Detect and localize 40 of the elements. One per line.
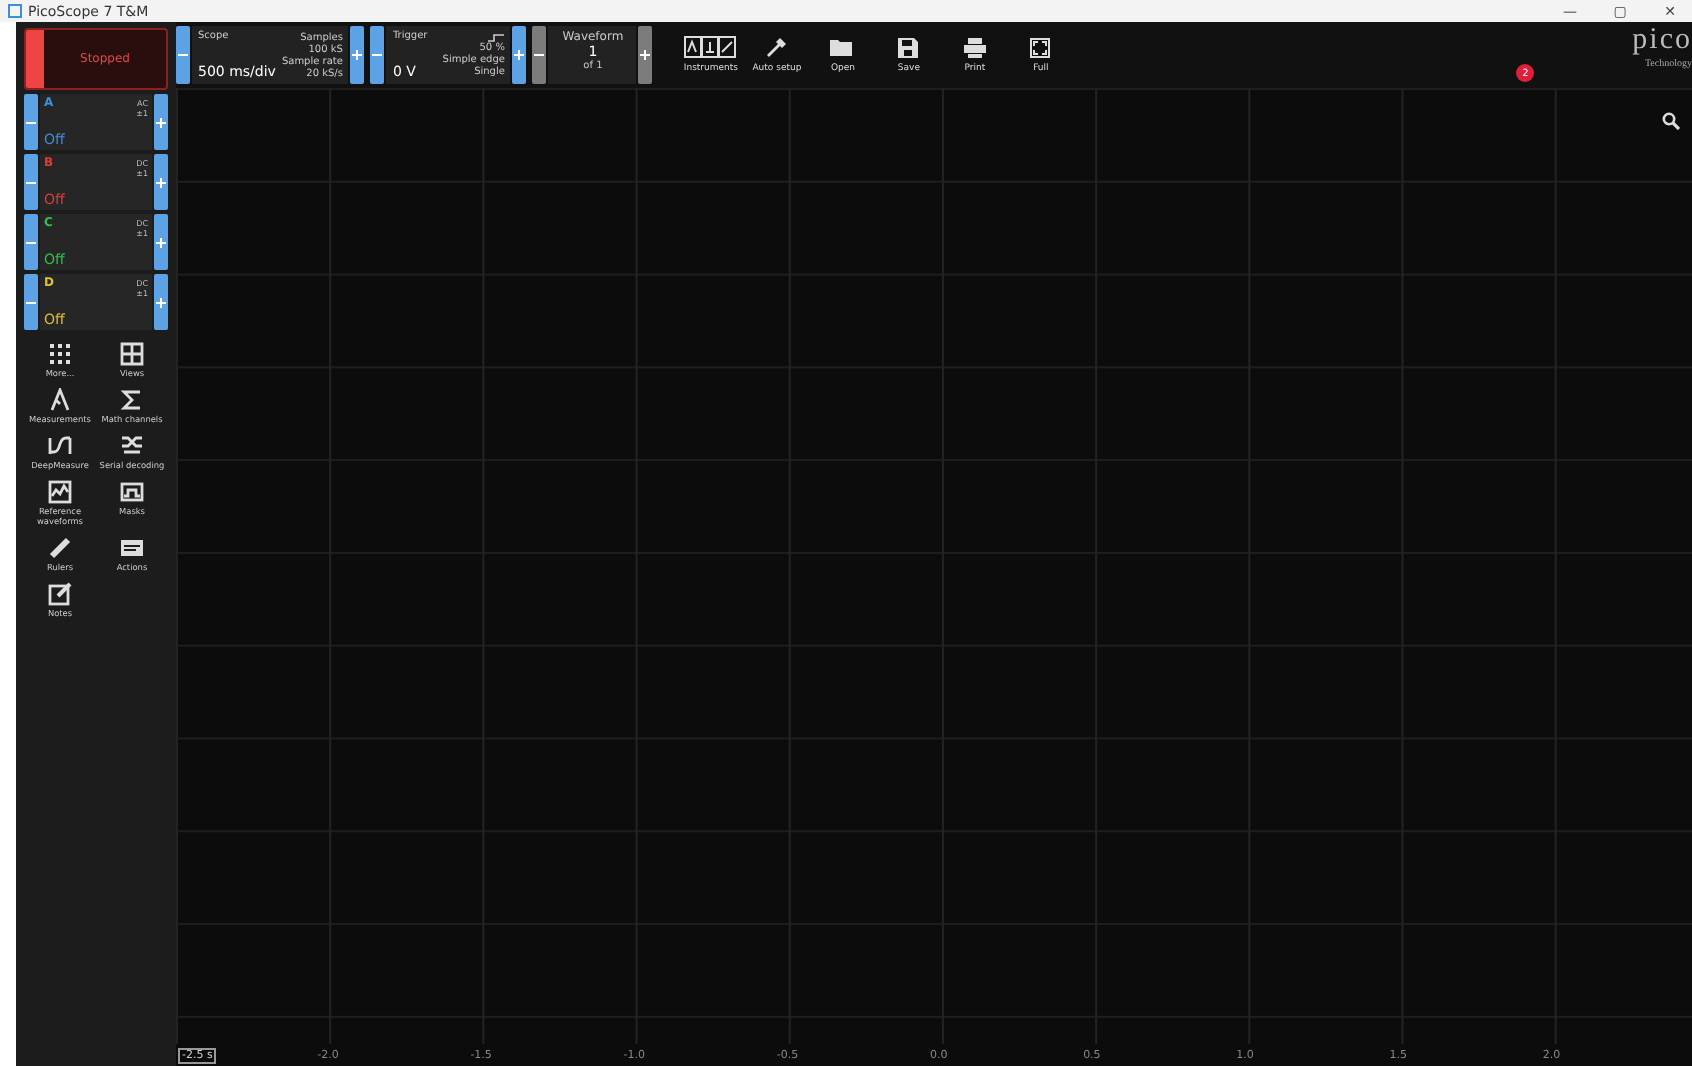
plus-icon — [352, 50, 363, 60]
increase-button[interactable] — [512, 26, 527, 84]
minus-icon — [372, 54, 383, 56]
fullscreen-icon — [1030, 37, 1051, 57]
dots-grid-icon — [48, 342, 72, 366]
minus-icon — [26, 181, 36, 183]
folder-icon — [830, 37, 855, 57]
logo-text: pico — [1632, 26, 1692, 54]
caliper-icon — [48, 388, 72, 412]
mask-icon — [120, 480, 144, 504]
minus-icon — [26, 121, 36, 123]
minus-icon — [178, 54, 188, 56]
plus-icon — [514, 50, 525, 60]
decrease-button[interactable] — [532, 26, 547, 84]
wand-icon — [765, 36, 788, 58]
decrease-button[interactable] — [370, 26, 385, 84]
serial-icon — [120, 434, 144, 458]
increase-button[interactable] — [350, 26, 365, 84]
rising-edge-icon — [488, 33, 505, 41]
grid-icon — [120, 342, 144, 366]
plus-icon — [640, 50, 651, 60]
reference-icon — [48, 480, 72, 504]
instruments-icon — [684, 36, 737, 58]
app-icon — [8, 4, 22, 18]
plus-icon — [156, 297, 166, 307]
printer-icon — [963, 37, 986, 57]
plus-icon — [156, 237, 166, 247]
plus-icon — [156, 117, 166, 127]
minus-icon — [26, 301, 36, 303]
sigma-icon — [120, 388, 144, 412]
ruler-icon — [48, 536, 72, 560]
actions-icon — [120, 536, 144, 560]
plus-icon — [156, 177, 166, 187]
notes-icon — [48, 582, 72, 606]
zoom-icon — [1662, 112, 1680, 130]
minus-icon — [26, 241, 36, 243]
save-icon — [898, 37, 919, 57]
waveform-icon — [48, 434, 72, 458]
minus-icon — [534, 54, 545, 56]
increase-button[interactable] — [638, 26, 653, 84]
